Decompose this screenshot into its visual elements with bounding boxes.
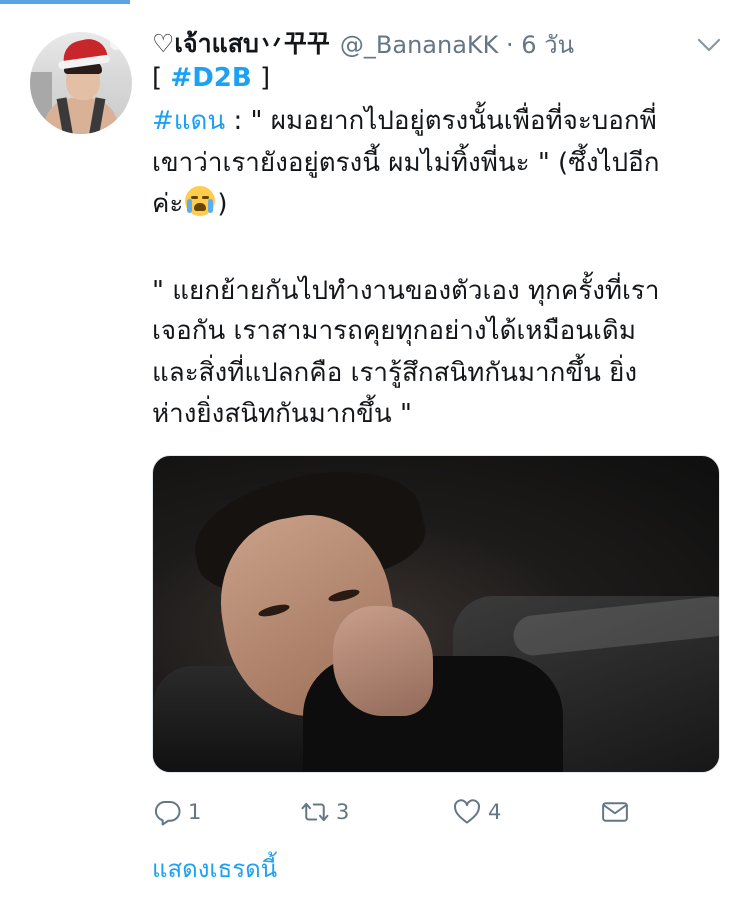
avatar[interactable] — [30, 32, 132, 134]
retweet-button[interactable]: 3 — [300, 796, 349, 828]
tweet-header: ♡เจ้าแสบ丷꾸꾸 @_BananaKK · 6 วัน — [152, 24, 574, 64]
tweet-actions: 1 3 4 — [152, 796, 632, 830]
handle-and-time[interactable]: @_BananaKK · 6 วัน — [340, 25, 574, 64]
direct-message-button[interactable] — [600, 796, 630, 828]
crying-face-emoji-icon — [185, 186, 216, 216]
hashtag-link[interactable]: #D2B — [170, 63, 251, 93]
tweet-text-line: เขาว่าเรายังอยู่ตรงนี้ ผมไม่ทิ้งพี่นะ " … — [152, 148, 660, 178]
tweet[interactable]: ♡เจ้าแสบ丷꾸꾸 @_BananaKK · 6 วัน [ #D2B ] … — [0, 0, 750, 910]
tweet-text-line: [ #D2B ] — [152, 63, 271, 93]
like-button[interactable]: 4 — [452, 796, 501, 828]
like-count: 4 — [488, 800, 502, 824]
heart-icon — [454, 799, 480, 824]
hashtag-link[interactable]: #แดน — [152, 106, 225, 136]
tweet-photo[interactable] — [152, 455, 720, 773]
reply-count: 1 — [188, 800, 202, 824]
tweet-text-line: เจอกัน เราสามารถคุยทุกอย่างได้เหมือนเดิม — [152, 316, 636, 346]
tweet-text-line: ห่างยิ่งสนิทกันมากขึ้น " — [152, 399, 412, 429]
display-name[interactable]: ♡เจ้าแสบ丷꾸꾸 — [152, 24, 330, 64]
retweet-icon — [301, 802, 329, 822]
tweet-text-line: ค่ะ) — [152, 186, 228, 222]
tweet-text-line: และสิ่งที่แปลกคือ เรารู้สึกสนิทกันมากขึ้… — [152, 358, 638, 388]
retweet-count: 3 — [336, 800, 350, 824]
show-thread-link[interactable]: แสดงเธรดนี้ — [152, 849, 277, 888]
envelope-icon — [602, 802, 628, 822]
reply-icon — [154, 801, 181, 826]
reply-button[interactable]: 1 — [152, 796, 201, 828]
tweet-text-line: #แดน : " ผมอยากไปอยู่ตรงนั้นเพื่อที่จะบอ… — [152, 106, 657, 136]
tweet-text-line: " แยกย้ายกันไปทำงานของตัวเอง ทุกครั้งที่… — [152, 276, 660, 306]
chevron-down-icon[interactable] — [694, 30, 724, 60]
